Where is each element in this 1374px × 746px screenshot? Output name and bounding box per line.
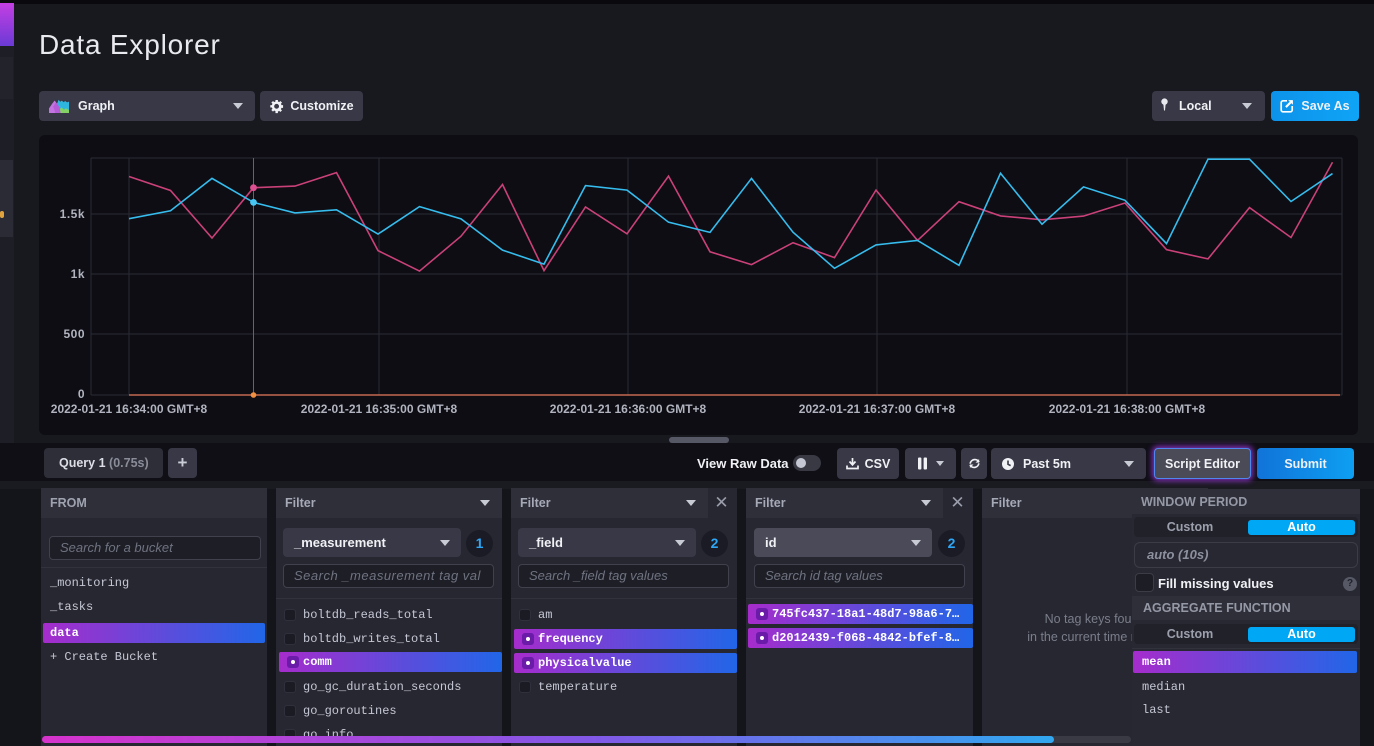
svg-text:1k: 1k [71,267,85,281]
svg-text:2022-01-21 16:34:00 GMT+8: 2022-01-21 16:34:00 GMT+8 [51,402,208,416]
svg-text:1.5k: 1.5k [60,207,85,221]
svg-text:500: 500 [63,327,85,341]
svg-text:2022-01-21 16:35:00 GMT+8: 2022-01-21 16:35:00 GMT+8 [301,402,458,416]
svg-text:2022-01-21 16:36:00 GMT+8: 2022-01-21 16:36:00 GMT+8 [550,402,707,416]
svg-text:2022-01-21 16:37:00 GMT+8: 2022-01-21 16:37:00 GMT+8 [799,402,956,416]
svg-text:0: 0 [78,387,85,401]
svg-text:2022-01-21 16:38:00 GMT+8: 2022-01-21 16:38:00 GMT+8 [1049,402,1206,416]
